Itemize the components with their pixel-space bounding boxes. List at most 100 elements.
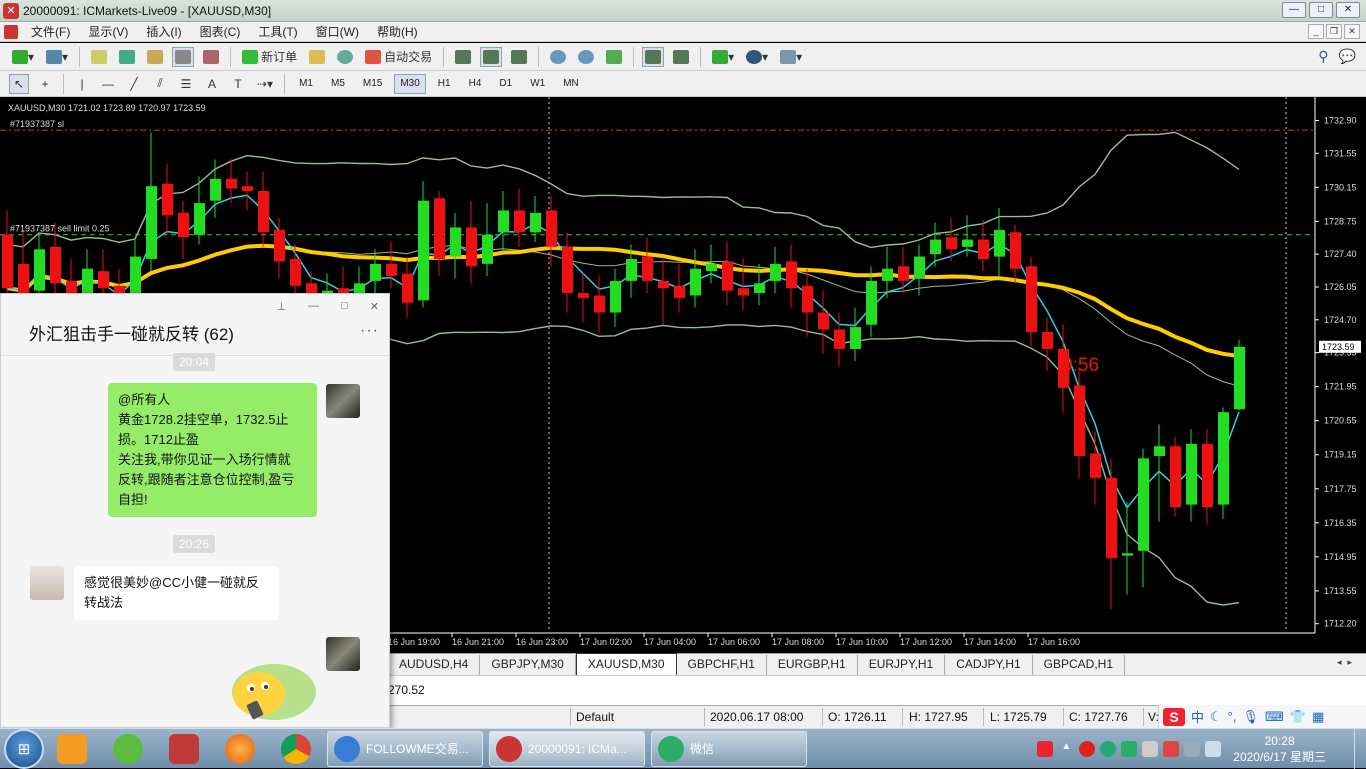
zoom-out-button[interactable] [575, 47, 597, 67]
metaeditor-button[interactable] [306, 47, 328, 67]
channel-tool[interactable]: ⫽ [150, 74, 170, 94]
new-chart-button[interactable]: ▾ [9, 47, 37, 67]
timeframe-m15[interactable]: M15 [357, 74, 388, 94]
menu-tools[interactable]: 工具(T) [258, 23, 297, 40]
signal-tray-icon[interactable] [1184, 741, 1201, 757]
tile-windows-button[interactable] [603, 47, 625, 67]
timeframe-h4[interactable]: H4 [463, 74, 488, 94]
tab-audusd-h4[interactable]: AUDUSD,H4 [388, 655, 481, 675]
ime-keyboard-icon[interactable]: ⌨ [1265, 709, 1284, 725]
timeframe-h1[interactable]: H1 [432, 74, 457, 94]
tab-gbpchf-h1[interactable]: GBPCHF,H1 [677, 655, 767, 675]
ime-grid-icon[interactable]: ▦ [1312, 709, 1324, 725]
market-watch-button[interactable] [88, 47, 110, 67]
wechat-tray-icon[interactable] [1121, 741, 1138, 757]
crosshair-tool[interactable]: + [35, 74, 55, 94]
weibo-tray-icon[interactable] [1079, 741, 1096, 757]
menu-charts[interactable]: 图表(C) [200, 23, 241, 40]
bar-chart-button[interactable] [452, 47, 474, 67]
navigator-button[interactable] [144, 47, 166, 67]
more-options-icon[interactable]: ··· [360, 322, 379, 340]
mdi-minimize-button[interactable]: _ [1308, 24, 1324, 39]
cursor-tool[interactable]: ↖ [9, 73, 29, 94]
pinned-firefox[interactable] [215, 731, 265, 767]
fibonacci-tool[interactable]: ☰ [176, 74, 196, 94]
avatar[interactable] [30, 566, 64, 600]
timeframe-w1[interactable]: W1 [524, 74, 551, 94]
security-tray-icon[interactable] [1163, 741, 1180, 757]
pinned-calculator[interactable] [159, 731, 209, 767]
maximize-button[interactable]: □ [1309, 2, 1333, 18]
avatar[interactable] [326, 384, 360, 418]
mdi-close-button[interactable]: ✕ [1344, 24, 1360, 39]
network-tray-icon[interactable] [1100, 741, 1117, 757]
search-icon[interactable]: ⚲ [1318, 48, 1328, 65]
message-bubble-self[interactable]: @所有人 黄金1728.2挂空单，1732.5止 损。1712止盈 关注我,带你… [108, 383, 317, 517]
indicators-button[interactable]: ▾ [709, 47, 737, 67]
ime-mic-icon[interactable]: 🎙 [1242, 709, 1259, 725]
timeframe-d1[interactable]: D1 [493, 74, 518, 94]
mdi-restore-button[interactable]: ❐ [1326, 24, 1342, 39]
minimize-button[interactable]: — [1282, 2, 1306, 18]
terminal-button[interactable] [172, 46, 195, 67]
pinned-360-browser[interactable] [103, 731, 153, 767]
profiles-button[interactable]: ▾ [43, 47, 71, 67]
chat-icon[interactable]: 💬 [1339, 48, 1356, 65]
pin-icon[interactable]: ⊥ [277, 300, 287, 313]
timeframe-m30[interactable]: M30 [394, 73, 426, 94]
label-tool[interactable]: T [228, 74, 248, 94]
timeframe-m1[interactable]: M1 [293, 74, 319, 94]
taskbar-item-wechat[interactable]: 微信 [651, 730, 807, 767]
ime-skin-icon[interactable]: 👕 [1290, 709, 1306, 725]
shapes-tool[interactable]: ⇢▾ [254, 74, 276, 94]
zoom-in-button[interactable] [547, 47, 569, 67]
chat-close-button[interactable]: ✕ [370, 300, 379, 313]
pinned-uc-browser[interactable] [47, 731, 97, 767]
chat-maximize-button[interactable]: □ [341, 300, 348, 313]
sticker-image[interactable] [219, 652, 319, 722]
vertical-line-tool[interactable]: | [72, 74, 92, 94]
show-desktop-button[interactable] [1354, 729, 1366, 769]
ime-chinese-icon[interactable]: 中 [1191, 707, 1204, 726]
text-tool[interactable]: A [202, 74, 222, 94]
candlestick-button[interactable] [480, 46, 503, 67]
menu-view[interactable]: 显示(V) [88, 23, 128, 40]
menu-window[interactable]: 窗口(W) [316, 23, 359, 40]
tab-cadjpy-h1[interactable]: CADJPY,H1 [945, 655, 1033, 675]
tab-gbpjpy-m30[interactable]: GBPJPY,M30 [480, 655, 576, 675]
trendline-tool[interactable]: ╱ [124, 74, 144, 94]
new-order-button[interactable]: 新订单 [239, 47, 300, 67]
timeframe-m5[interactable]: M5 [325, 74, 351, 94]
usb-tray-icon[interactable] [1142, 741, 1159, 757]
line-chart-button[interactable] [508, 47, 530, 67]
tab-xauusd-m30[interactable]: XAUUSD,M30 [575, 653, 677, 675]
signals-button[interactable] [334, 47, 356, 67]
ime-moon-icon[interactable]: ☾ [1210, 709, 1222, 725]
close-button[interactable]: ✕ [1336, 2, 1360, 18]
clock[interactable]: 20:28 2020/6/17 星期三 [1233, 733, 1326, 765]
templates-button[interactable]: ▾ [777, 47, 805, 67]
volume-icon[interactable] [1205, 741, 1222, 757]
taskbar-item-metatrader[interactable]: 20000091: ICMa... [489, 730, 645, 767]
menu-help[interactable]: 帮助(H) [377, 23, 418, 40]
tab-gbpcad-h1[interactable]: GBPCAD,H1 [1033, 655, 1126, 675]
auto-trading-button[interactable]: 自动交易 [362, 47, 435, 67]
tab-eurjpy-h1[interactable]: EURJPY,H1 [858, 655, 946, 675]
sogou-tray-icon[interactable] [1037, 741, 1054, 757]
pinned-chrome[interactable] [271, 731, 321, 767]
start-button[interactable]: ⊞ [4, 728, 44, 769]
show-hidden-icons-icon[interactable]: ▲ [1058, 741, 1074, 757]
auto-scroll-button[interactable] [642, 46, 665, 67]
avatar[interactable] [326, 637, 360, 671]
mdi-app-icon[interactable] [4, 24, 18, 39]
menu-file[interactable]: 文件(F) [31, 23, 70, 40]
sogou-ime-icon[interactable]: S [1163, 707, 1185, 726]
ime-punctuation-icon[interactable]: °, [1228, 709, 1237, 724]
taskbar-item-followme[interactable]: FOLLOWME交易... [327, 730, 483, 767]
chat-window[interactable]: ⊥ — □ ✕ 外汇狙击手一碰就反转 (62) ··· 20:04 @所有人 黄… [0, 293, 390, 728]
strategy-tester-button[interactable] [200, 47, 222, 67]
timeframe-mn[interactable]: MN [557, 74, 585, 94]
periods-button[interactable]: ▾ [743, 47, 771, 67]
chat-minimize-button[interactable]: — [308, 300, 319, 313]
menu-insert[interactable]: 插入(I) [146, 23, 181, 40]
